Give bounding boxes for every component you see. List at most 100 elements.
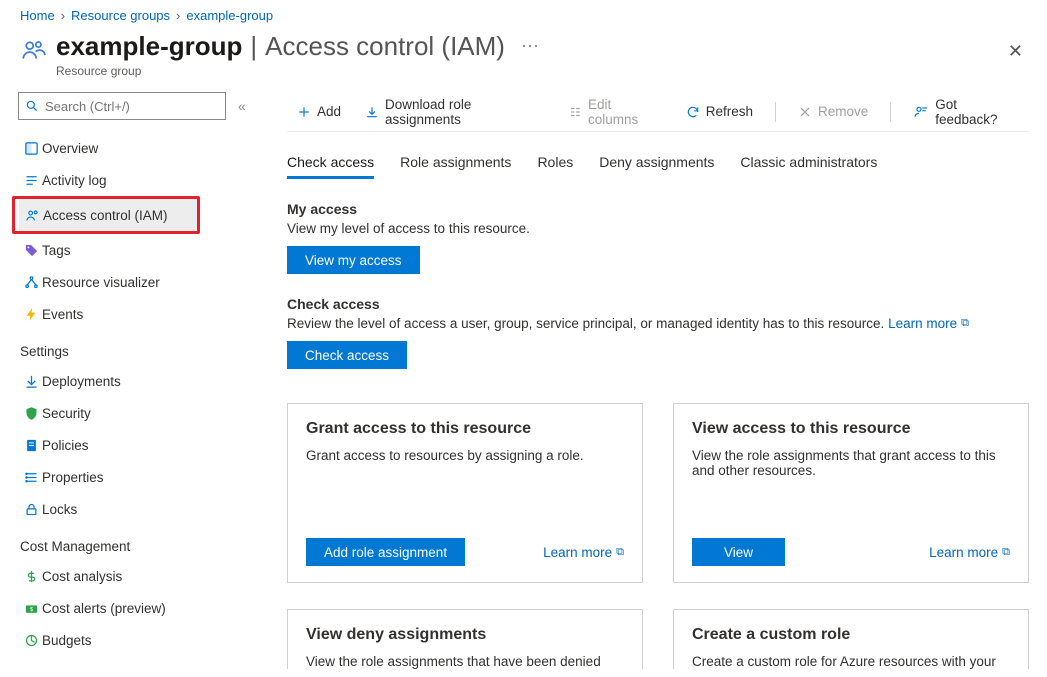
view-button[interactable]: View — [692, 538, 785, 566]
tab-roles[interactable]: Roles — [537, 154, 573, 179]
add-button[interactable]: Add — [287, 94, 351, 130]
toolbar-separator — [775, 102, 776, 122]
card-desc: View the role assignments that have been… — [306, 654, 624, 669]
sidebar-item-security[interactable]: Security — [18, 397, 257, 429]
overview-icon — [20, 141, 42, 156]
cards-row: Grant access to this resource Grant acce… — [287, 403, 1029, 583]
learn-more-label: Learn more — [888, 316, 957, 331]
card-desc: View the role assignments that grant acc… — [692, 448, 1010, 518]
feedback-button[interactable]: Got feedback? — [903, 94, 1029, 130]
sidebar-item-tags[interactable]: Tags — [18, 234, 257, 266]
card-title: Grant access to this resource — [306, 420, 624, 438]
sidebar-item-overview[interactable]: Overview — [18, 132, 257, 164]
policies-icon — [20, 438, 42, 453]
learn-more-label: Learn more — [929, 545, 998, 560]
section-desc-text: Review the level of access a user, group… — [287, 316, 888, 331]
collapse-sidebar-button[interactable]: « — [238, 98, 243, 114]
page-header: example-group | Access control (IAM) ⋯ R… — [0, 27, 1047, 92]
close-button[interactable]: ✕ — [1008, 41, 1023, 62]
section-desc: Review the level of access a user, group… — [287, 316, 1029, 331]
remove-icon — [798, 105, 812, 119]
sidebar-item-policies[interactable]: Policies — [18, 429, 257, 461]
sidebar-item-deployments[interactable]: Deployments — [18, 365, 257, 397]
sidebar-item-locks[interactable]: Locks — [18, 493, 257, 525]
breadcrumb-home[interactable]: Home — [20, 8, 55, 23]
search-icon — [25, 99, 39, 113]
sidebar-item-cost-alerts[interactable]: $ Cost alerts (preview) — [18, 592, 257, 624]
breadcrumb-example-group[interactable]: example-group — [186, 8, 273, 23]
card-title: View access to this resource — [692, 420, 1010, 438]
tab-deny-assignments[interactable]: Deny assignments — [599, 154, 714, 179]
learn-more-link[interactable]: Learn more ⧉ — [929, 545, 1010, 560]
section-desc: View my level of access to this resource… — [287, 221, 1029, 236]
card-view-access: View access to this resource View the ro… — [673, 403, 1029, 583]
card-grant-access: Grant access to this resource Grant acce… — [287, 403, 643, 583]
remove-button: Remove — [788, 94, 878, 130]
breadcrumb-resource-groups[interactable]: Resource groups — [71, 8, 170, 23]
refresh-icon — [686, 105, 700, 119]
security-icon — [20, 406, 42, 421]
sidebar-item-access-control[interactable]: Access control (IAM) — [19, 199, 197, 231]
sidebar-item-cost-analysis[interactable]: Cost analysis — [18, 560, 257, 592]
toolbar-label: Got feedback? — [935, 97, 1019, 127]
section-title: Check access — [287, 296, 1029, 312]
card-title: View deny assignments — [306, 626, 624, 644]
my-access-section: My access View my level of access to thi… — [287, 201, 1029, 274]
events-icon — [20, 307, 42, 322]
card-create-custom-role: Create a custom role Create a custom rol… — [673, 609, 1029, 669]
external-link-icon: ⧉ — [961, 317, 969, 330]
columns-icon — [568, 105, 582, 119]
search-input[interactable] — [43, 98, 219, 115]
plus-icon — [297, 105, 311, 119]
sidebar-item-label: Deployments — [42, 374, 121, 389]
card-view-deny: View deny assignments View the role assi… — [287, 609, 643, 669]
refresh-button[interactable]: Refresh — [676, 94, 763, 130]
visualizer-icon — [20, 275, 42, 290]
learn-more-link[interactable]: Learn more ⧉ — [888, 316, 969, 331]
section-title: My access — [287, 201, 1029, 217]
sidebar-item-events[interactable]: Events — [18, 298, 257, 330]
sidebar-item-properties[interactable]: Properties — [18, 461, 257, 493]
sidebar-item-label: Tags — [42, 243, 71, 258]
feedback-icon — [913, 104, 929, 120]
sidebar-item-resource-visualizer[interactable]: Resource visualizer — [18, 266, 257, 298]
sidebar-item-label: Budgets — [42, 633, 92, 648]
toolbar-separator — [890, 102, 891, 122]
card-title: Create a custom role — [692, 626, 1010, 644]
sidebar-item-label: Policies — [42, 438, 89, 453]
tab-check-access[interactable]: Check access — [287, 154, 374, 179]
locks-icon — [20, 502, 42, 517]
tab-classic-administrators[interactable]: Classic administrators — [740, 154, 877, 179]
toolbar-label: Edit columns — [588, 97, 662, 127]
edit-columns-button: Edit columns — [558, 94, 672, 130]
breadcrumb: Home › Resource groups › example-group — [0, 0, 1047, 27]
resource-type-label: Resource group — [56, 64, 539, 78]
sidebar-item-label: Resource visualizer — [42, 275, 160, 290]
sidebar-item-budgets[interactable]: Budgets — [18, 624, 257, 656]
page-subtitle: Access control (IAM) — [265, 31, 505, 62]
sidebar-search[interactable] — [18, 92, 226, 120]
sidebar-item-activity-log[interactable]: Activity log — [18, 164, 257, 196]
breadcrumb-sep: › — [61, 8, 65, 23]
download-icon — [365, 105, 379, 119]
page-title: example-group — [56, 31, 242, 62]
sidebar: « Overview Activity log Access control (… — [0, 92, 257, 669]
download-button[interactable]: Download role assignments — [355, 94, 554, 130]
sidebar-item-label: Cost alerts (preview) — [42, 601, 166, 616]
learn-more-link[interactable]: Learn more ⧉ — [543, 545, 624, 560]
sidebar-group-cost: Cost Management — [20, 539, 257, 554]
external-link-icon: ⧉ — [616, 546, 624, 559]
add-role-assignment-button[interactable]: Add role assignment — [306, 538, 465, 566]
sidebar-item-label: Locks — [42, 502, 77, 517]
breadcrumb-sep: › — [176, 8, 180, 23]
toolbar-label: Remove — [818, 104, 868, 119]
more-actions-button[interactable]: ⋯ — [521, 36, 539, 57]
tab-role-assignments[interactable]: Role assignments — [400, 154, 511, 179]
check-access-button[interactable]: Check access — [287, 341, 407, 369]
sidebar-item-label: Properties — [42, 470, 104, 485]
cards-row-2: View deny assignments View the role assi… — [287, 609, 1029, 669]
activity-log-icon — [20, 173, 42, 188]
main-content: Add Download role assignments Edit colum… — [257, 92, 1047, 669]
card-desc: Grant access to resources by assigning a… — [306, 448, 624, 518]
view-my-access-button[interactable]: View my access — [287, 246, 420, 274]
